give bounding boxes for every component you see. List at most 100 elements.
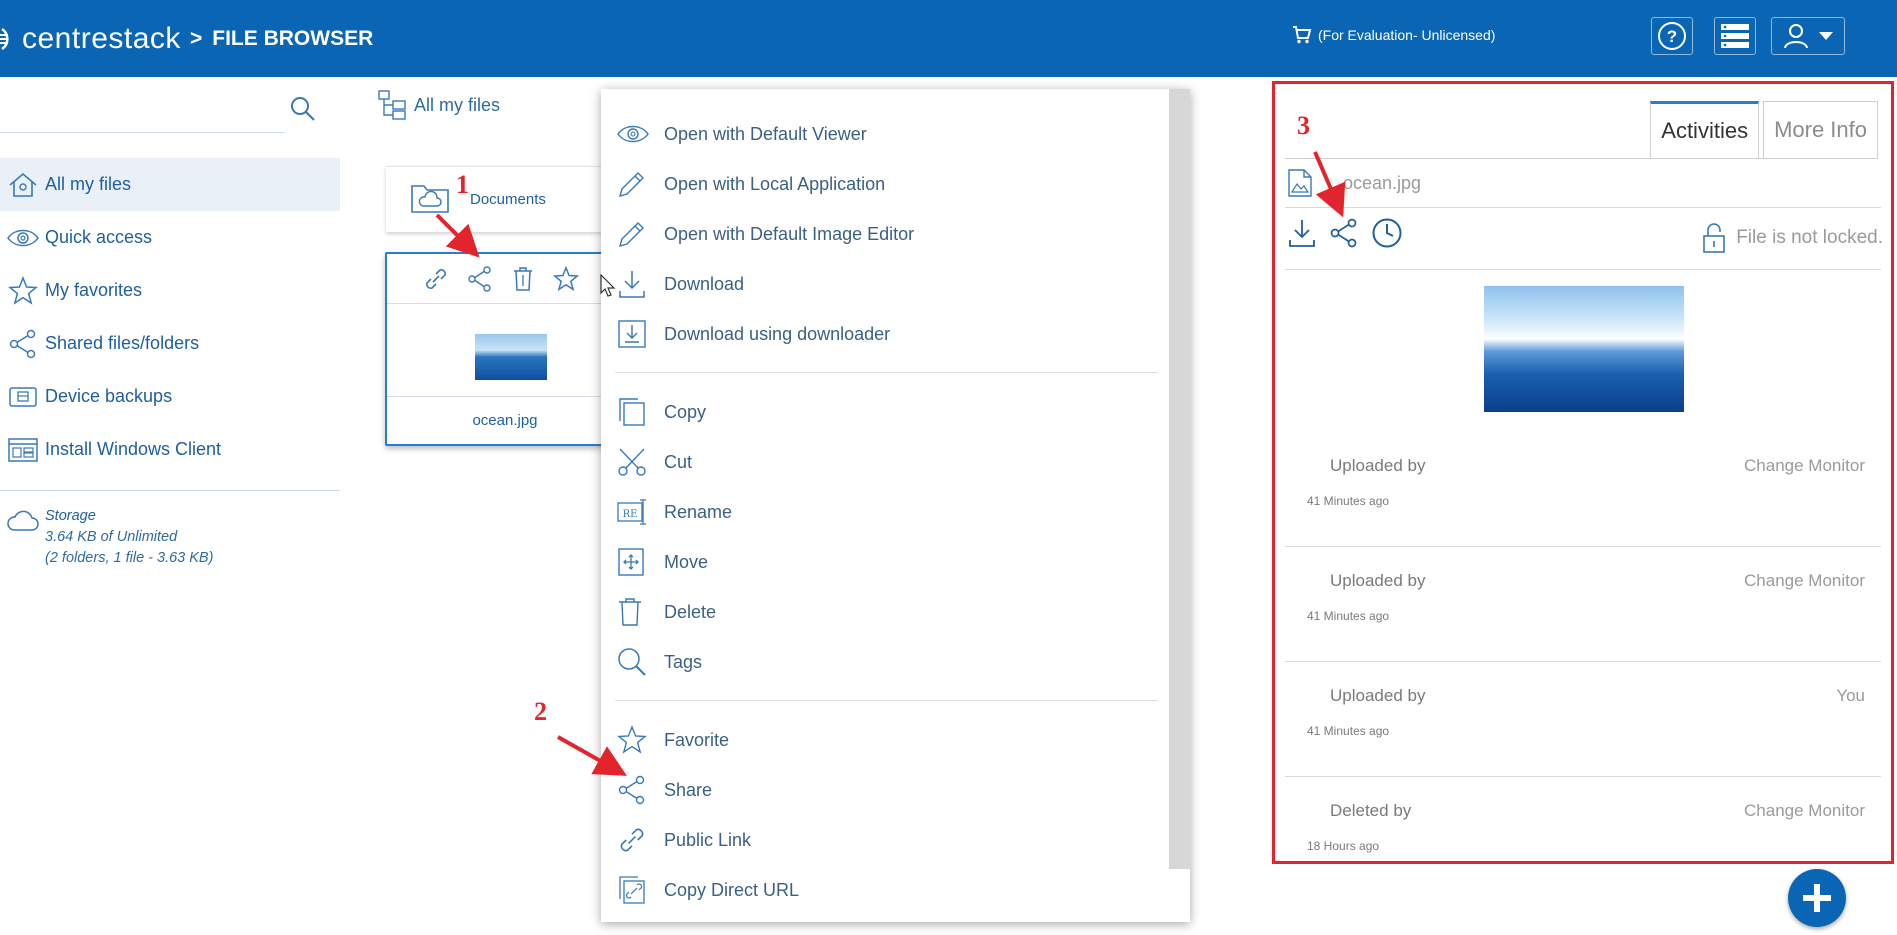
annotation-number-2: 2 [534,697,547,726]
sidebar-item-device-backups[interactable]: Device backups [0,370,340,423]
help-icon: ? [1658,22,1686,50]
share-icon[interactable] [1329,217,1359,249]
link-icon[interactable] [423,266,449,292]
menu-share[interactable]: Share [601,765,1169,815]
menu-open-default-viewer[interactable]: Open with Default Viewer [601,109,1169,159]
breadcrumb-current: All my files [414,94,501,115]
menu-item-label: Copy [664,401,707,422]
user-icon [1784,24,1808,49]
help-button[interactable]: ? [1651,17,1693,55]
menu-item-label: Open with Default Viewer [664,123,867,144]
menu-item-label: Copy Direct URL [664,879,800,900]
menu-separator [601,687,1169,715]
clock-icon[interactable] [1371,217,1403,249]
file-action-bar [387,254,623,304]
sidebar-item-my-favorites[interactable]: My favorites [0,264,340,317]
move-icon [618,548,644,576]
share-icon [618,775,645,805]
copy-icon [619,398,645,426]
menu-move[interactable]: Move [601,537,1169,587]
star-icon[interactable] [553,265,579,292]
menu-item-label: Open with Default Image Editor [664,223,915,244]
link-icon [620,828,644,852]
sidebar-item-label: Install Windows Client [45,439,222,459]
user-menu-button[interactable] [1771,17,1845,55]
menu-item-label: Public Link [664,829,752,850]
menu-item-label: Open with Local Application [664,173,886,194]
menu-item-label: Tags [664,651,703,672]
file-card-ocean[interactable]: ocean.jpg [385,252,625,446]
tab-activities[interactable]: Activities [1650,101,1760,158]
menu-delete[interactable]: Delete [601,587,1169,637]
download-icon[interactable] [1287,217,1317,249]
menu-public-link[interactable]: Public Link [601,815,1169,865]
file-preview-image[interactable] [1484,286,1684,412]
trash-icon[interactable] [511,266,535,292]
mouse-cursor-icon [600,274,616,297]
menu-copy-direct-url[interactable]: Copy Direct URL [601,865,1169,915]
sidebar-item-label: My favorites [45,280,143,300]
menu-tags[interactable]: Tags [601,637,1169,687]
add-new-button[interactable] [1788,869,1846,927]
activity-user: Change Monitor [1744,801,1865,820]
direct-url-icon [619,876,645,904]
menu-download[interactable]: Download [601,259,1169,309]
panel-actions [1287,217,1403,249]
activity-item: Uploaded by Change Monitor 41 Minutes ag… [1285,547,1881,662]
activity-item: Uploaded by Change Monitor 41 Minutes ag… [1285,432,1881,547]
server-menu-button[interactable] [1714,17,1756,55]
server-list-icon [1721,24,1749,48]
activity-list: Uploaded by Change Monitor 41 Minutes ag… [1285,432,1881,892]
search-input[interactable] [0,132,285,133]
sidebar-item-install-windows-client[interactable]: Install Windows Client [0,423,340,476]
home-icon [8,172,37,197]
pencil-icon [618,222,644,248]
windows-client-icon [7,437,38,462]
sidebar-item-label: Quick access [45,227,153,247]
menu-download-using-downloader[interactable]: Download using downloader [601,309,1169,359]
sidebar-item-shared[interactable]: Shared files/folders [0,317,340,370]
centrestack-logo[interactable]: centrestack [0,22,181,56]
tab-more-info[interactable]: More Info [1763,101,1878,158]
evaluation-text: (For Evaluation- Unlicensed) [1318,27,1496,43]
panel-file-header: ocean.jpg [1287,168,1421,198]
menu-open-local-application[interactable]: Open with Local Application [601,159,1169,209]
menu-item-label: Download [664,273,745,294]
folder-breadcrumb[interactable]: All my files [378,90,500,120]
sidebar-item-all-my-files[interactable]: All my files [0,158,340,211]
svg-text:?: ? [1667,27,1677,46]
file-name[interactable]: ocean.jpg [387,412,623,429]
scissors-icon [618,448,646,476]
context-menu: Open with Default Viewer Open with Local… [601,89,1190,922]
sidebar-item-quick-access[interactable]: Quick access [0,211,340,264]
sidebar-item-label: Device backups [45,386,173,406]
sidebar-item-label: All my files [45,174,132,194]
breadcrumb-separator: > [190,27,203,50]
page-breadcrumb: > FILE BROWSER [190,27,373,51]
activity-label: Deleted by [1330,801,1412,820]
search-icon[interactable] [290,96,316,122]
menu-cut[interactable]: Cut [601,437,1169,487]
image-file-icon [1288,169,1312,197]
plus-icon [1803,884,1831,912]
file-thumbnail[interactable] [475,334,547,380]
backup-icon [8,386,37,407]
folder-tree-icon [378,90,406,120]
folder-card-documents[interactable]: Documents [386,166,626,232]
share-icon [9,329,35,358]
page-title: FILE BROWSER [212,27,374,50]
activity-item: Uploaded by You 41 Minutes ago [1285,662,1881,777]
context-menu-scrollbar[interactable] [1169,89,1190,869]
chevron-down-icon [1819,32,1833,40]
sidebar-item-label: Shared files/folders [45,333,200,353]
rename-icon: RE [617,499,646,525]
share-icon[interactable] [467,265,493,292]
evaluation-status[interactable]: (For Evaluation- Unlicensed) [1292,26,1495,44]
pencil-icon [618,172,644,198]
menu-copy[interactable]: Copy [601,387,1169,437]
menu-favorite[interactable]: Favorite [601,715,1169,765]
menu-item-label: Rename [664,501,733,522]
menu-open-default-image-editor[interactable]: Open with Default Image Editor [601,209,1169,259]
activity-label: Uploaded by [1330,456,1426,475]
menu-rename[interactable]: RE Rename [601,487,1169,537]
